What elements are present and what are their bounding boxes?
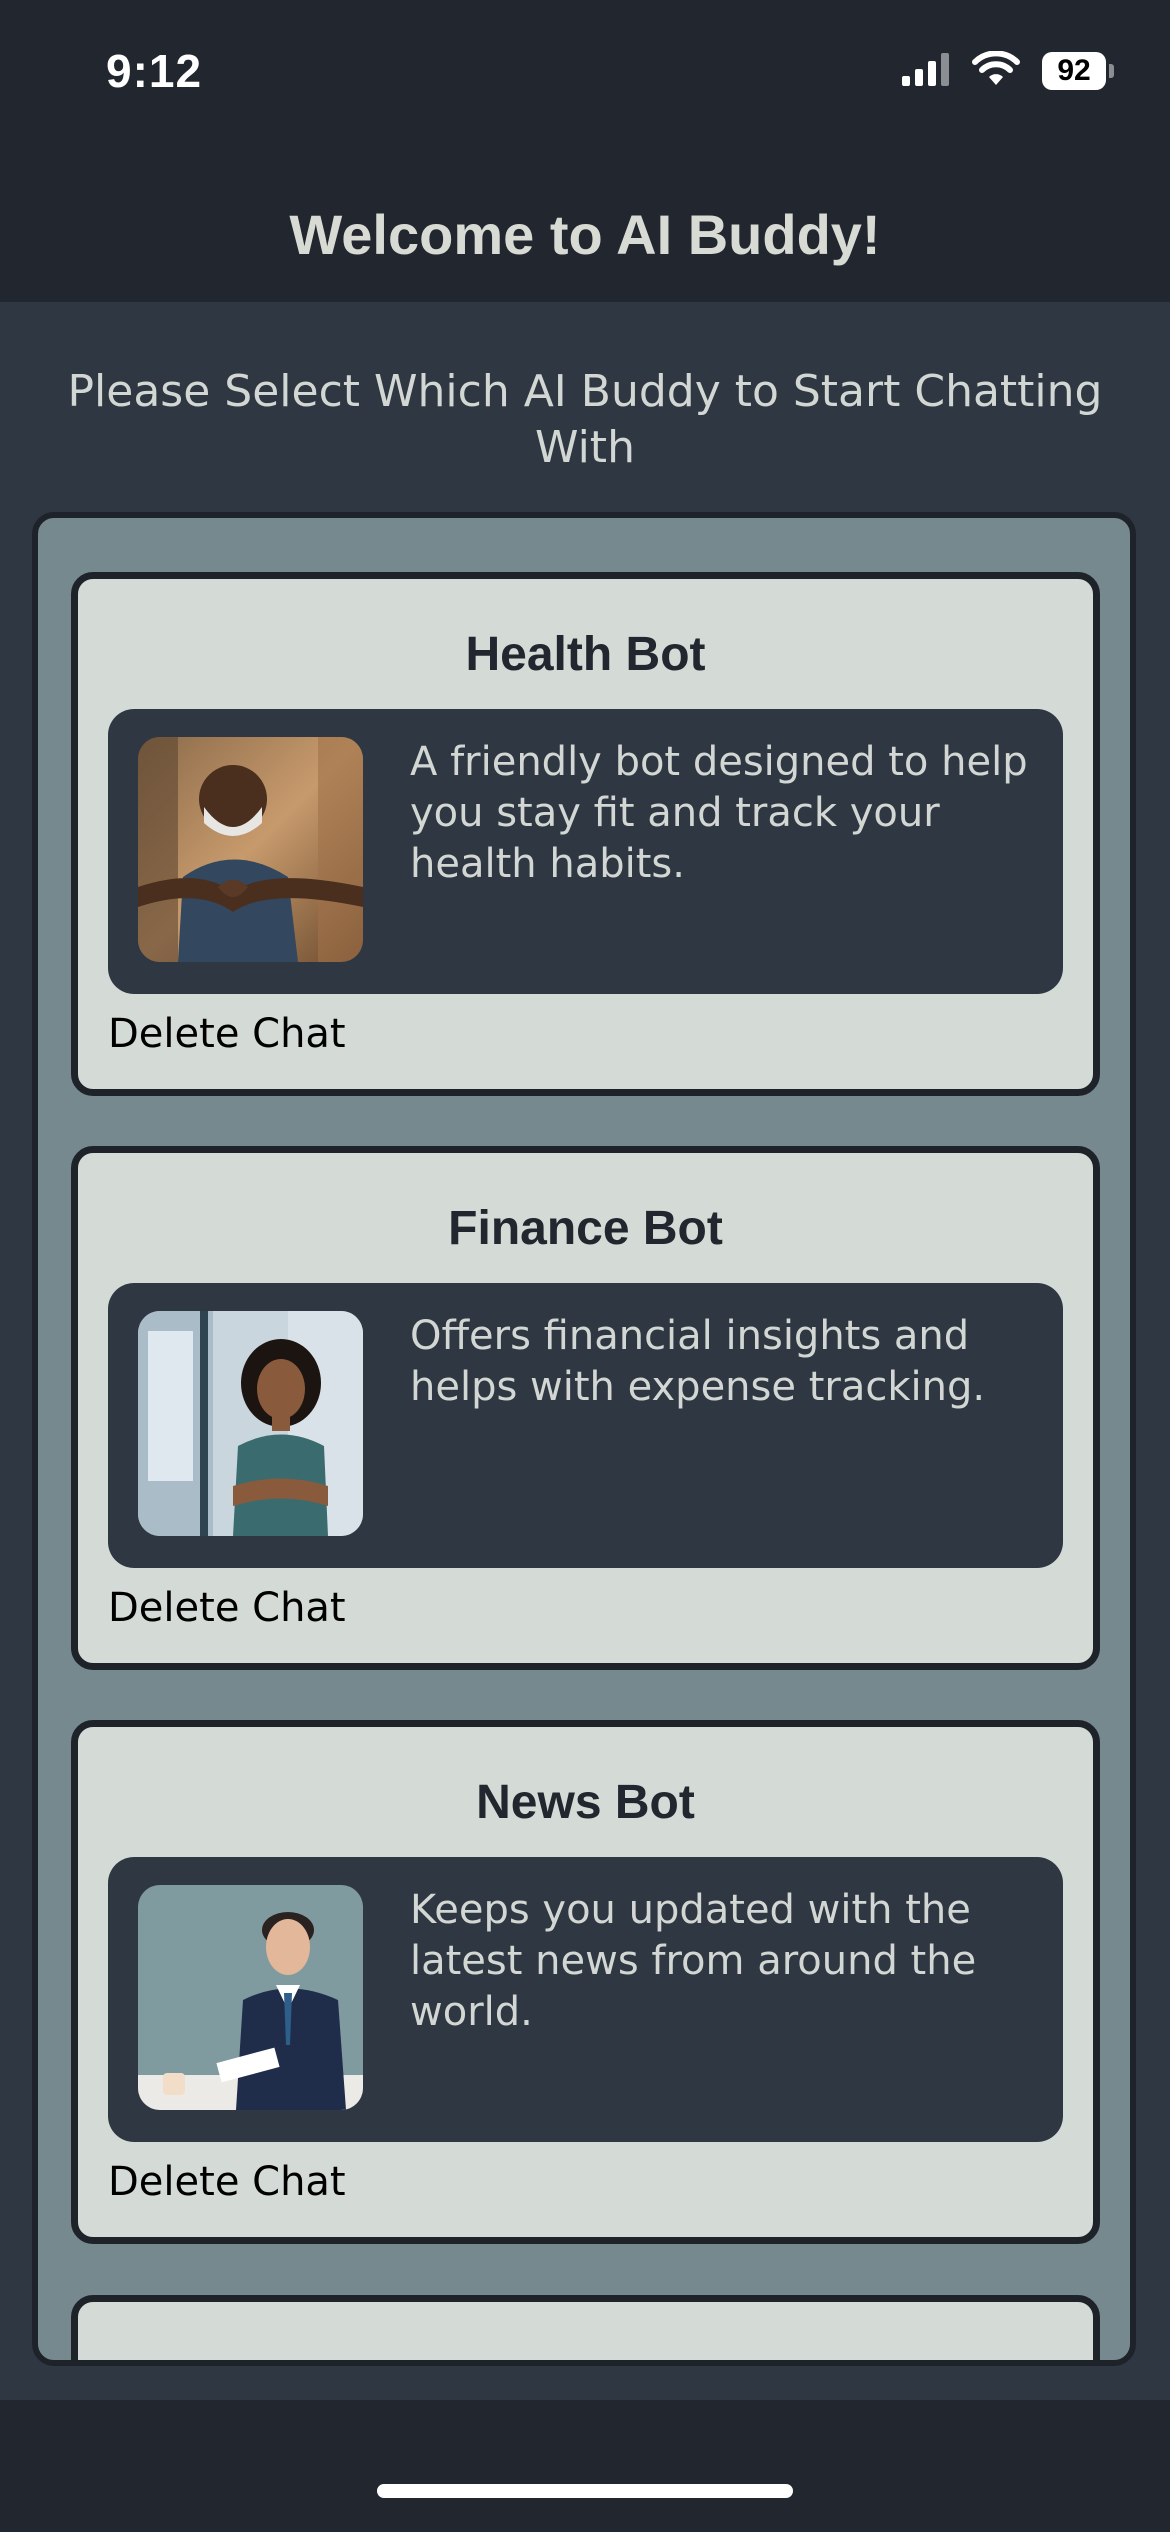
- bot-card-health[interactable]: Health Bot A friendly bot designed to he…: [71, 572, 1100, 1096]
- page-subtitle: Please Select Which AI Buddy to Start Ch…: [67, 366, 1103, 473]
- delete-chat-button[interactable]: Delete Chat: [108, 1585, 346, 1631]
- bot-card-body[interactable]: Offers financial insights and helps with…: [108, 1283, 1063, 1568]
- news-bot-avatar: [138, 1885, 363, 2110]
- bot-card-title: Health Bot: [465, 628, 706, 681]
- main-content: Please Select Which AI Buddy to Start Ch…: [0, 302, 1170, 2400]
- bot-card-partial[interactable]: [71, 2295, 1100, 2360]
- bot-card-finance[interactable]: Finance Bot Offers financial insights an…: [71, 1146, 1100, 1670]
- bot-card-description: A friendly bot designed to help you stay…: [410, 739, 1028, 887]
- battery-icon: 92: [1042, 52, 1114, 90]
- status-time: 9:12: [106, 45, 203, 97]
- bot-card-description: Offers financial insights and helps with…: [410, 1313, 986, 1410]
- delete-chat-button[interactable]: Delete Chat: [108, 1011, 346, 1057]
- health-bot-avatar: [138, 737, 363, 962]
- page-title: Welcome to AI Buddy!: [289, 203, 881, 266]
- battery-level: 92: [1042, 52, 1106, 90]
- bot-card-body[interactable]: Keeps you updated with the latest news f…: [108, 1857, 1063, 2142]
- bot-card-description: Keeps you updated with the latest news f…: [410, 1887, 977, 2035]
- wifi-icon: [972, 50, 1020, 91]
- app-header: Welcome to AI Buddy!: [0, 150, 1170, 302]
- bot-card-title: News Bot: [476, 1776, 695, 1829]
- bot-list[interactable]: Health Bot A friendly bot designed to he…: [32, 512, 1136, 2366]
- delete-chat-button[interactable]: Delete Chat: [108, 2159, 346, 2205]
- home-indicator[interactable]: [377, 2484, 793, 2498]
- status-bar: 9:12 92: [0, 0, 1170, 150]
- bot-card-news[interactable]: News Bot Keeps you updated with the late…: [71, 1720, 1100, 2244]
- bot-card-title: Finance Bot: [448, 1202, 723, 1255]
- signal-icon: [902, 52, 950, 90]
- bot-card-body[interactable]: A friendly bot designed to help you stay…: [108, 709, 1063, 994]
- status-icons: 92: [902, 50, 1114, 92]
- finance-bot-avatar: [138, 1311, 363, 1536]
